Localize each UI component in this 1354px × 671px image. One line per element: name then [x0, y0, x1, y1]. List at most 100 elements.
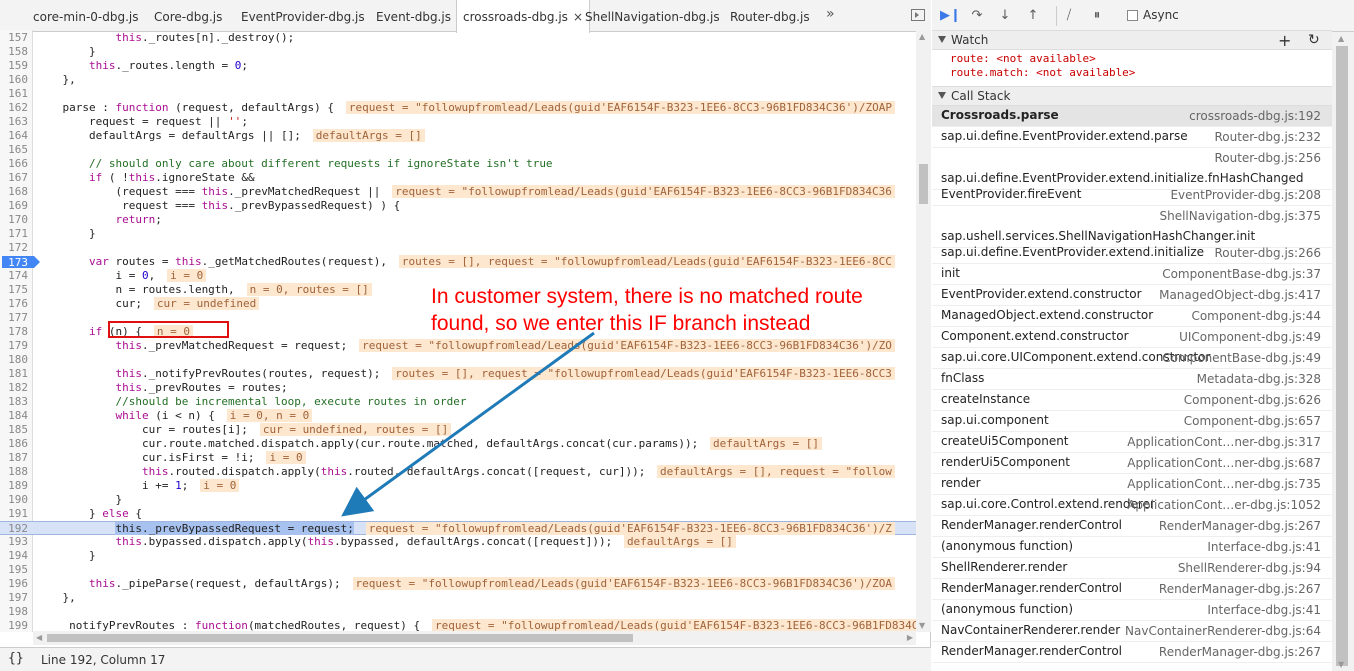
frame-location[interactable]: Interface-dbg.js:41 — [1207, 603, 1321, 617]
frame-location[interactable]: RenderManager-dbg.js:267 — [1159, 582, 1321, 596]
frame-location[interactable]: ApplicationCont…er-dbg.js:1052 — [1127, 498, 1321, 512]
pause-on-exceptions-icon[interactable]: ⏸ — [1088, 8, 1106, 24]
watch-expression[interactable]: route: <not available> — [950, 52, 1096, 65]
call-stack-frame[interactable]: sap.ushell.services.ShellNavigationHashC… — [932, 206, 1332, 248]
breakpoint-marker[interactable]: 173 — [2, 256, 40, 269]
watch-expression[interactable]: route.match: <not available> — [950, 66, 1135, 79]
line-number[interactable]: 183 — [0, 395, 28, 409]
line-number[interactable]: 167 — [0, 171, 28, 185]
frame-location[interactable]: ApplicationCont…ner-dbg.js:735 — [1127, 477, 1321, 491]
line-number[interactable]: 191 — [0, 507, 28, 521]
frame-location[interactable]: RenderManager-dbg.js:267 — [1159, 519, 1321, 533]
frame-location[interactable]: Component-dbg.js:626 — [1184, 393, 1321, 407]
scroll-down-arrow[interactable]: ▼ — [1338, 660, 1344, 669]
tab-core-dbg[interactable]: Core-dbg.js — [154, 0, 222, 32]
call-stack-frame[interactable]: RenderManager.renderControl RenderManager… — [932, 642, 1332, 663]
call-stack-frame[interactable]: RenderManager.renderControl RenderManager… — [932, 516, 1332, 537]
frame-location[interactable]: Metadata-dbg.js:328 — [1197, 372, 1321, 386]
tab-core-min-0-dbg[interactable]: core-min-0-dbg.js — [33, 0, 139, 32]
call-stack-frame[interactable]: EventProvider.fireEvent EventProvider-dbg… — [932, 185, 1332, 206]
line-number[interactable]: 193 — [0, 535, 28, 549]
tab-shellnavigation-dbg[interactable]: ShellNavigation-dbg.js — [585, 0, 720, 32]
line-number[interactable]: 185 — [0, 423, 28, 437]
line-number[interactable]: 190 — [0, 493, 28, 507]
call-stack-frame[interactable]: RenderManager.renderControl RenderManager… — [932, 579, 1332, 600]
sidebar-scrollbar[interactable]: ▲ ▼ — [1332, 32, 1354, 671]
line-number[interactable]: 171 — [0, 227, 28, 241]
call-stack-frame[interactable]: ShellRenderer.render ShellRenderer-dbg.js… — [932, 558, 1332, 579]
call-stack-frame[interactable]: ManagedObject.extend.constructor Componen… — [932, 306, 1332, 327]
line-number[interactable]: 162 — [0, 101, 28, 115]
call-stack-frame[interactable]: sap.ui.define.EventProvider.extend.parse… — [932, 127, 1332, 148]
frame-location[interactable]: ManagedObject-dbg.js:417 — [1159, 288, 1321, 302]
tab-crossroads-dbg[interactable]: crossroads-dbg.js × — [456, 0, 590, 33]
scroll-right-arrow[interactable]: ▶ — [907, 633, 913, 642]
line-number[interactable]: 164 — [0, 129, 28, 143]
line-number[interactable]: 166 — [0, 157, 28, 171]
line-number[interactable]: 194 — [0, 549, 28, 563]
toggle-sidebar-icon[interactable] — [911, 9, 925, 21]
frame-location[interactable]: Interface-dbg.js:41 — [1207, 540, 1321, 554]
line-number[interactable]: 178 — [0, 325, 28, 339]
line-number[interactable]: 199 — [0, 619, 28, 632]
add-watch-button[interactable]: + — [1278, 31, 1291, 50]
call-stack-frame[interactable]: createUi5Component ApplicationCont…ner-db… — [932, 432, 1332, 453]
frame-location[interactable]: RenderManager-dbg.js:267 — [1159, 645, 1321, 659]
line-number[interactable]: 157 — [0, 31, 28, 45]
line-number[interactable]: 180 — [0, 353, 28, 367]
line-number[interactable]: 198 — [0, 605, 28, 619]
call-stack-frame[interactable]: Component.extend.constructor UIComponent-… — [932, 327, 1332, 348]
line-number[interactable]: 169 — [0, 199, 28, 213]
line-number[interactable]: 176 — [0, 297, 28, 311]
deactivate-breakpoints-icon[interactable]: ⧸ — [1060, 8, 1078, 24]
tab-router-dbg[interactable]: Router-dbg.js — [730, 0, 810, 32]
resume-icon[interactable]: ▶❙ — [940, 8, 961, 24]
line-number[interactable]: 163 — [0, 115, 28, 129]
line-number[interactable]: 182 — [0, 381, 28, 395]
line-number[interactable]: 172 — [0, 241, 28, 255]
line-number[interactable]: 168 — [0, 185, 28, 199]
line-number[interactable]: 181 — [0, 367, 28, 381]
frame-location[interactable]: ApplicationCont…ner-dbg.js:317 — [1127, 435, 1321, 449]
frame-location[interactable]: Component-dbg.js:657 — [1184, 414, 1321, 428]
line-number[interactable]: 179 — [0, 339, 28, 353]
pretty-print-button[interactable]: {} — [8, 651, 24, 666]
step-over-icon[interactable]: ↷ — [968, 8, 986, 24]
horizontal-scrollbar[interactable]: ◀ ▶ — [33, 631, 916, 645]
frame-location[interactable]: ShellNavigation-dbg.js:375 — [1159, 209, 1321, 223]
line-number[interactable]: 197 — [0, 591, 28, 605]
call-stack-frame[interactable]: sap.ui.core.Control.extend.renderer Appli… — [932, 495, 1332, 516]
frame-location[interactable]: Router-dbg.js:266 — [1214, 246, 1321, 260]
line-number[interactable]: 195 — [0, 563, 28, 577]
close-icon[interactable]: × — [573, 10, 583, 24]
call-stack-frame[interactable]: sap.ui.define.EventProvider.extend.initi… — [932, 148, 1332, 190]
async-checkbox[interactable] — [1127, 10, 1138, 21]
step-out-icon[interactable]: ↑ — [1024, 8, 1042, 24]
frame-location[interactable]: NavContainerRenderer-dbg.js:64 — [1125, 624, 1321, 638]
line-number[interactable]: 196 — [0, 577, 28, 591]
line-number[interactable]: 189 — [0, 479, 28, 493]
scroll-down-arrow[interactable]: ▼ — [919, 621, 925, 630]
frame-location[interactable]: Component-dbg.js:44 — [1191, 309, 1321, 323]
call-stack-frame[interactable]: EventProvider.extend.constructor ManagedO… — [932, 285, 1332, 306]
frame-location[interactable]: ComponentBase-dbg.js:37 — [1162, 267, 1321, 281]
line-number[interactable]: 175 — [0, 283, 28, 297]
call-stack-frame[interactable]: NavContainerRenderer.render NavContainerR… — [932, 621, 1332, 642]
more-tabs-icon[interactable]: » — [826, 6, 835, 22]
vertical-scrollbar[interactable]: ▲ ▼ — [916, 30, 931, 632]
watch-section-header[interactable]: Watch + ↻ — [932, 30, 1332, 50]
line-number[interactable]: 161 — [0, 87, 28, 101]
frame-location[interactable]: UIComponent-dbg.js:49 — [1179, 330, 1321, 344]
call-stack-frame[interactable]: fnClass Metadata-dbg.js:328 — [932, 369, 1332, 390]
refresh-icon[interactable]: ↻ — [1308, 32, 1320, 48]
line-number[interactable]: 174 — [0, 269, 28, 283]
tab-event-dbg[interactable]: Event-dbg.js — [376, 0, 451, 32]
call-stack-frame[interactable]: sap.ui.core.UIComponent.extend.construct… — [932, 348, 1332, 369]
line-number[interactable]: 165 — [0, 143, 28, 157]
call-stack-frame[interactable]: (anonymous function) Interface-dbg.js:41 — [932, 537, 1332, 558]
horizontal-scroll-thumb[interactable] — [47, 634, 633, 642]
scroll-up-arrow[interactable]: ▲ — [1338, 34, 1344, 43]
frame-location[interactable]: ShellRenderer-dbg.js:94 — [1178, 561, 1321, 575]
frame-location[interactable]: ComponentBase-dbg.js:49 — [1162, 351, 1321, 365]
line-number[interactable]: 186 — [0, 437, 28, 451]
